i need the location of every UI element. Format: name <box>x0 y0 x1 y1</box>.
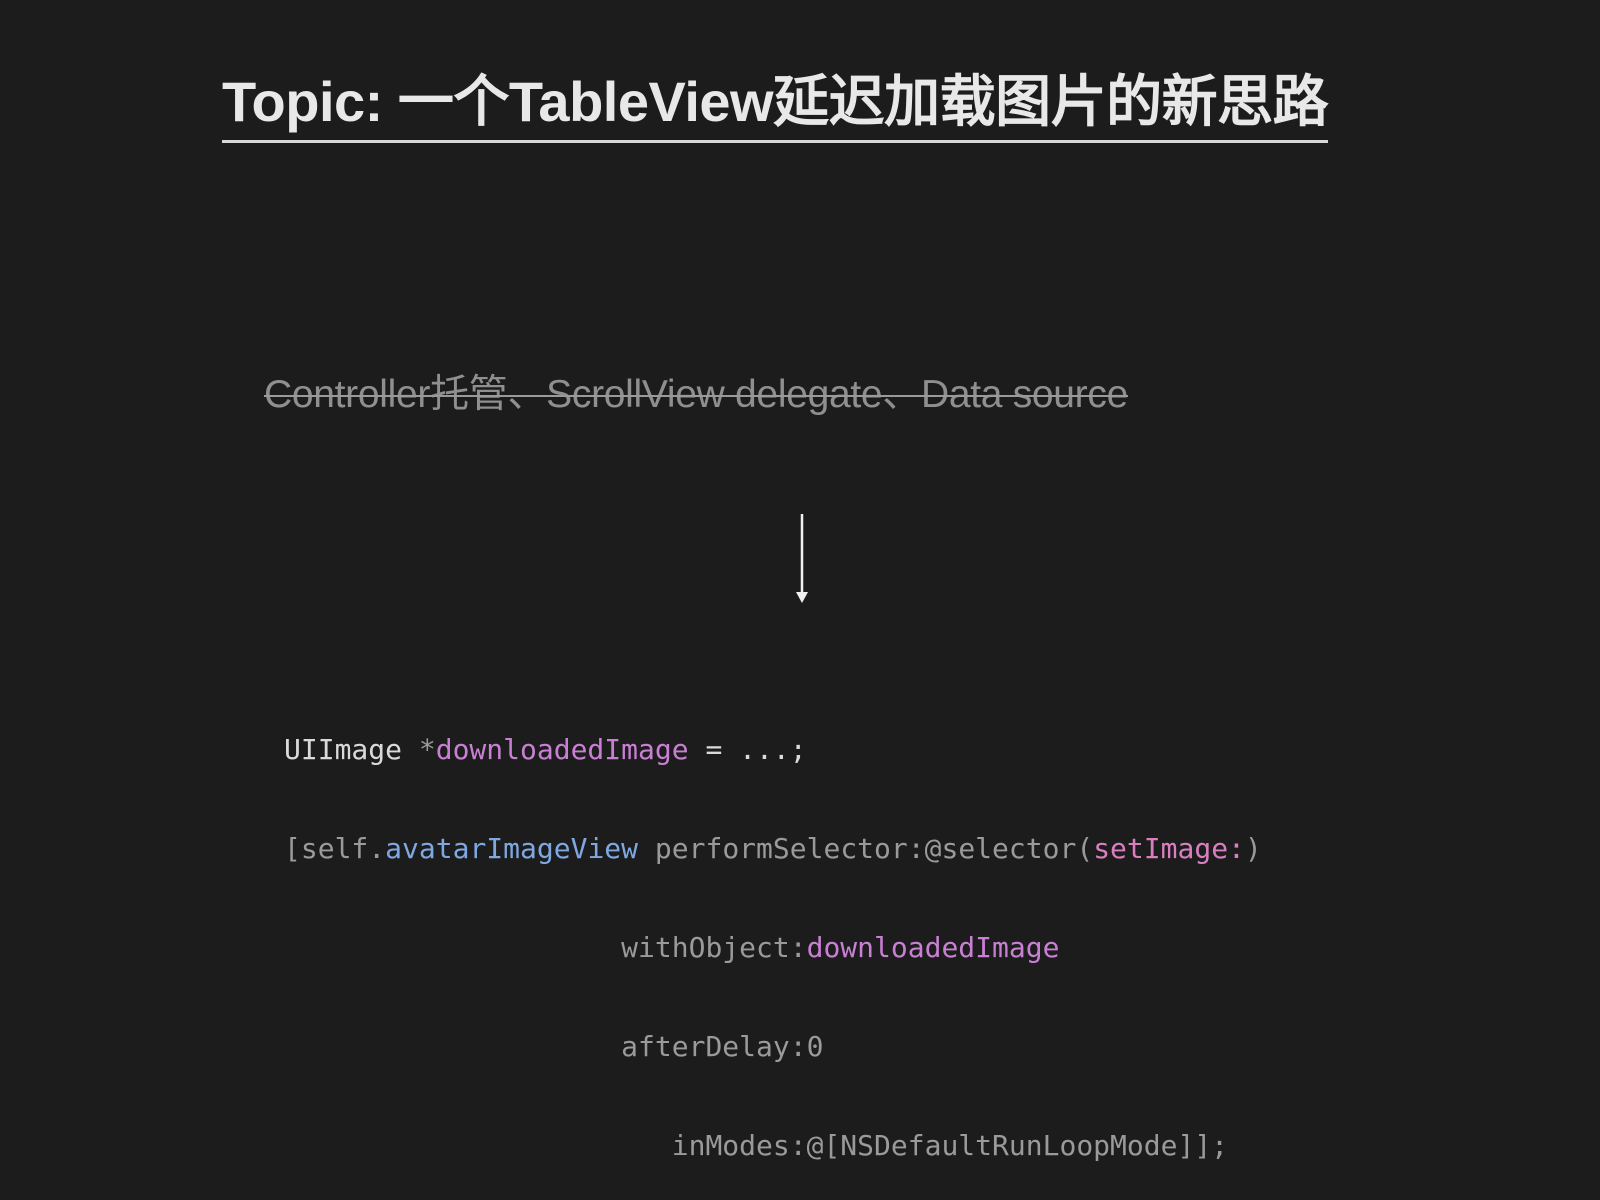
code-line: inModes:@[NSDefaultRunLoopMode]]; <box>284 1129 1262 1162</box>
code-token: @selector( <box>924 832 1094 865</box>
code-line: [self.avatarImageView performSelector:@s… <box>284 832 1262 865</box>
code-token: performSelector: <box>638 832 925 865</box>
code-line: afterDelay:0 <box>284 1030 1262 1063</box>
code-token: UIImage <box>284 733 419 766</box>
code-block: UIImage *downloadedImage = ...; [self.av… <box>284 667 1262 1200</box>
code-token: withObject: <box>621 931 807 964</box>
code-token: avatarImageView <box>385 832 639 865</box>
code-token: @[NSDefaultRunLoopMode] <box>806 1129 1195 1162</box>
code-token: ]; <box>1194 1129 1229 1162</box>
code-token: ) <box>1244 832 1262 865</box>
code-token: 0 <box>806 1030 824 1063</box>
code-token: downloadedImage <box>435 733 689 766</box>
code-token: afterDelay: <box>621 1030 807 1063</box>
code-token: * <box>418 733 436 766</box>
arrow-down-icon <box>796 514 808 603</box>
code-token: = ...; <box>688 733 807 766</box>
code-token: setImage: <box>1093 832 1245 865</box>
code-token: downloadedImage <box>806 931 1060 964</box>
code-line: withObject:downloadedImage <box>284 931 1262 964</box>
code-token: [self. <box>284 832 386 865</box>
struck-through-text: Controller托管、ScrollView delegate、Data so… <box>264 373 1128 416</box>
code-line: UIImage *downloadedImage = ...; <box>284 733 1262 766</box>
slide: Topic: 一个TableView延迟加载图片的新思路 Controller托… <box>0 0 1600 1200</box>
slide-title: Topic: 一个TableView延迟加载图片的新思路 <box>222 66 1329 143</box>
code-token: inModes: <box>671 1129 807 1162</box>
